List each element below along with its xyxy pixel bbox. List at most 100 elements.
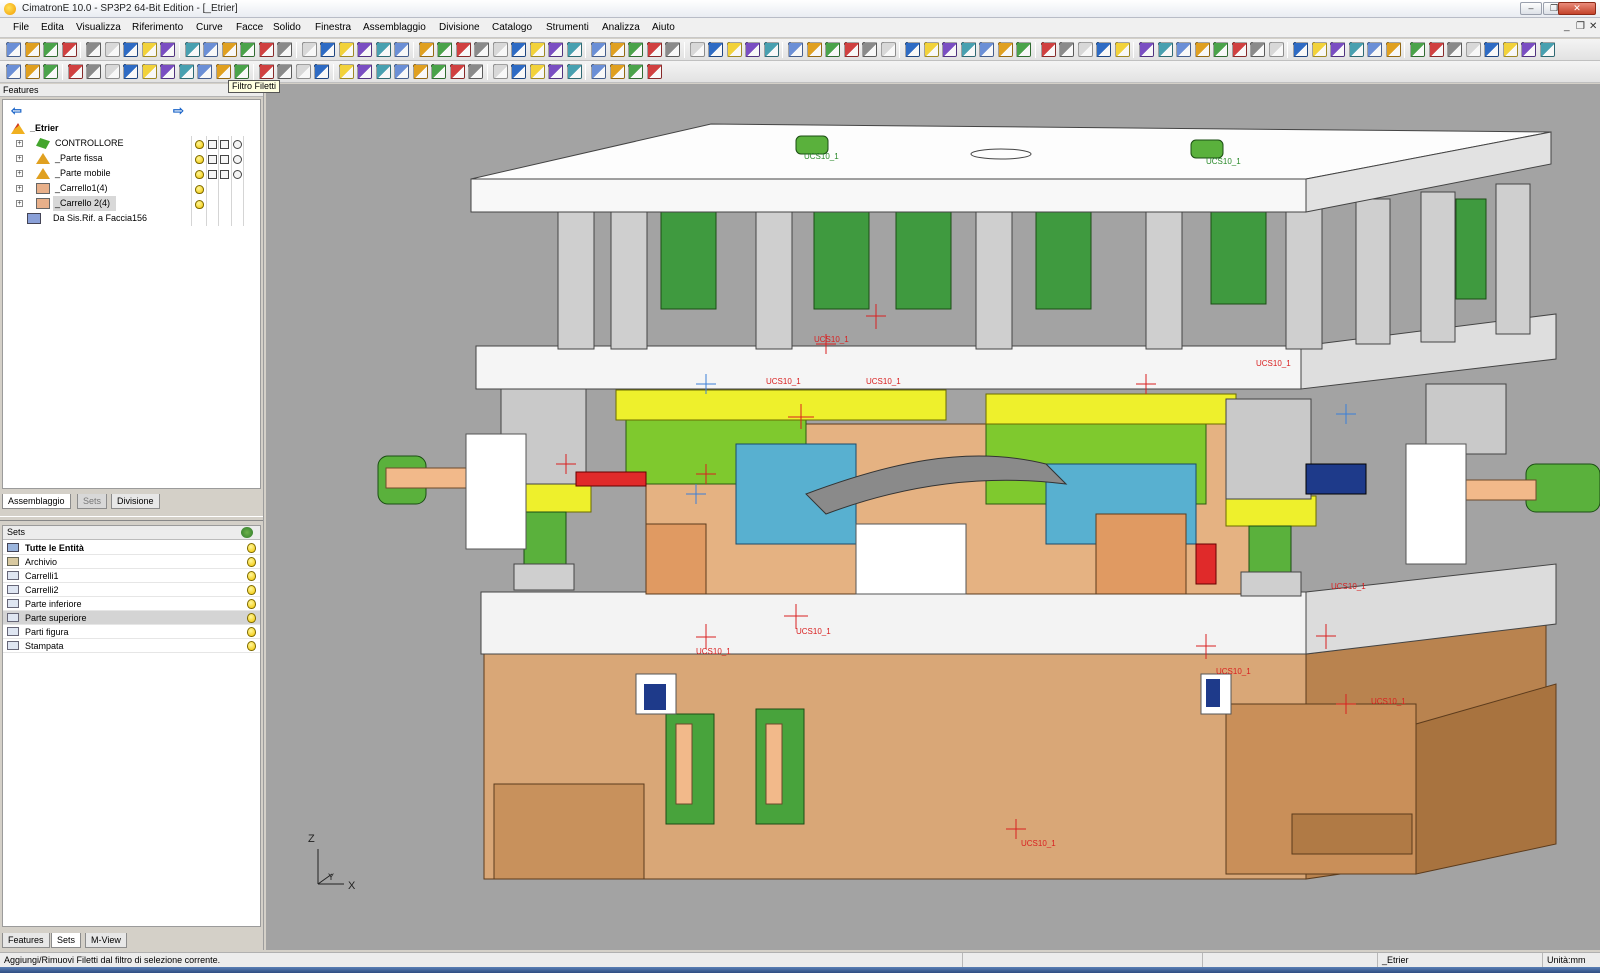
toolbar-1-tool-icon[interactable]: [203, 42, 218, 57]
toolbar-2-tool-icon[interactable]: [277, 64, 292, 79]
toolbar-1-tool-icon[interactable]: [609, 42, 625, 57]
toolbar-1-tool-icon[interactable]: [1194, 42, 1210, 57]
toolbar-1-tool-icon[interactable]: [338, 42, 354, 57]
toolbar-1-tool-icon[interactable]: [628, 42, 643, 57]
visibility-bulb-icon[interactable]: [247, 641, 256, 651]
toolbar-1-tool-icon[interactable]: [375, 42, 391, 57]
pin-icon[interactable]: [233, 140, 242, 149]
layer-icon[interactable]: [220, 155, 229, 164]
back-arrow-icon[interactable]: ⇦: [11, 103, 22, 119]
toolbar-2-tool-icon[interactable]: [314, 64, 329, 79]
toolbar-1-tool-icon[interactable]: [6, 42, 21, 57]
toolbar-1-tool-icon[interactable]: [1040, 42, 1056, 57]
visibility-bulb-icon[interactable]: [247, 543, 256, 553]
toolbar-2-tool-icon[interactable]: [6, 64, 21, 79]
tab-divisione[interactable]: Divisione: [111, 494, 160, 509]
set-item-carrelli1[interactable]: Carrelli1: [3, 569, 260, 583]
toolbar-1-tool-icon[interactable]: [160, 42, 175, 57]
toolbar-1-tool-icon[interactable]: [184, 42, 200, 57]
toolbar-2-tool-icon[interactable]: [123, 64, 138, 79]
toolbar-1-tool-icon[interactable]: [905, 42, 920, 57]
toolbar-2-tool-icon[interactable]: [646, 64, 662, 79]
toolbar-1-tool-icon[interactable]: [1484, 42, 1499, 57]
set-item-parte-superiore[interactable]: Parte superiore: [3, 611, 260, 625]
toolbar-1-tool-icon[interactable]: [1114, 42, 1130, 57]
toolbar-2-tool-icon[interactable]: [511, 64, 526, 79]
toolbar-1-tool-icon[interactable]: [492, 42, 508, 57]
set-item-parte-inferiore[interactable]: Parte inferiore: [3, 597, 260, 611]
toolbar-1-tool-icon[interactable]: [979, 42, 994, 57]
expand-icon[interactable]: +: [16, 155, 23, 162]
toolbar-1-tool-icon[interactable]: [1139, 42, 1154, 57]
tree-item-carrello1[interactable]: + _Carrello1(4): [3, 181, 260, 196]
menu-finestra[interactable]: Finestra: [315, 22, 351, 33]
toolbar-2-tool-icon[interactable]: [67, 64, 83, 79]
toolbar-1-tool-icon[interactable]: [1385, 42, 1401, 57]
visibility-bulb-icon[interactable]: [247, 599, 256, 609]
toolbar-2-tool-icon[interactable]: [43, 64, 58, 79]
toolbar-1-tool-icon[interactable]: [726, 42, 742, 57]
tab-m-view[interactable]: M-View: [85, 933, 127, 948]
toolbar-1-tool-icon[interactable]: [1157, 42, 1173, 57]
toolbar-1-tool-icon[interactable]: [788, 42, 803, 57]
tab-sets-active[interactable]: Sets: [51, 933, 82, 948]
toolbar-1-tool-icon[interactable]: [1410, 42, 1425, 57]
toolbar-1-tool-icon[interactable]: [141, 42, 157, 57]
toolbar-2-tool-icon[interactable]: [468, 64, 483, 79]
menu-curve[interactable]: Curve: [196, 22, 223, 33]
minimize-button[interactable]: –: [1520, 2, 1542, 15]
toolbar-2-tool-icon[interactable]: [431, 64, 446, 79]
close-button[interactable]: ✕: [1558, 2, 1596, 15]
toolbar-2-tool-icon[interactable]: [197, 64, 212, 79]
menu-solido[interactable]: Solido: [273, 22, 301, 33]
toolbar-1-tool-icon[interactable]: [960, 42, 976, 57]
toolbar-1-tool-icon[interactable]: [1330, 42, 1345, 57]
visibility-bulb-icon[interactable]: [247, 571, 256, 581]
toolbar-1-tool-icon[interactable]: [277, 42, 292, 57]
toolbar-1-tool-icon[interactable]: [923, 42, 939, 57]
toolbar-1-tool-icon[interactable]: [511, 42, 526, 57]
toolbar-2-tool-icon[interactable]: [375, 64, 391, 79]
3d-viewport[interactable]: UCS10_1 UCS10_1 UCS10_1 UCS10_1 UCS10_1 …: [266, 84, 1600, 950]
toolbar-2-tool-icon[interactable]: [338, 64, 354, 79]
toolbar-2-tool-icon[interactable]: [609, 64, 625, 79]
toolbar-1-tool-icon[interactable]: [258, 42, 274, 57]
visibility-bulb-icon[interactable]: [195, 140, 204, 149]
toolbar-1-tool-icon[interactable]: [997, 42, 1013, 57]
toolbar-1-tool-icon[interactable]: [1367, 42, 1382, 57]
toolbar-1-tool-icon[interactable]: [646, 42, 662, 57]
toolbar-2-tool-icon[interactable]: [295, 64, 311, 79]
forward-arrow-icon[interactable]: ⇨: [173, 103, 184, 119]
toolbar-1-tool-icon[interactable]: [104, 42, 120, 57]
mdi-close-icon[interactable]: ✕: [1589, 21, 1597, 32]
visibility-bulb-icon[interactable]: [247, 585, 256, 595]
toolbar-1-tool-icon[interactable]: [1521, 42, 1536, 57]
toolbar-2-tool-icon[interactable]: [24, 64, 40, 79]
tree-item-root[interactable]: _Etrier: [3, 121, 260, 136]
toolbar-1-tool-icon[interactable]: [357, 42, 372, 57]
panel-splitter[interactable]: [0, 516, 263, 521]
menu-riferimento[interactable]: Riferimento: [132, 22, 183, 33]
toolbar-1-tool-icon[interactable]: [1348, 42, 1364, 57]
toolbar-1-tool-icon[interactable]: [1176, 42, 1191, 57]
menu-strumenti[interactable]: Strumenti: [546, 22, 589, 33]
toolbar-2-tool-icon[interactable]: [215, 64, 231, 79]
toolbar-2-tool-icon[interactable]: [357, 64, 372, 79]
toolbar-1-tool-icon[interactable]: [418, 42, 434, 57]
visibility-bulb-icon[interactable]: [247, 557, 256, 567]
toolbar-1-tool-icon[interactable]: [320, 42, 335, 57]
mdi-minimize-icon[interactable]: _: [1564, 21, 1570, 32]
toolbar-2-tool-icon[interactable]: [492, 64, 508, 79]
toolbar-1-tool-icon[interactable]: [43, 42, 58, 57]
toolbar-1-tool-icon[interactable]: [708, 42, 723, 57]
show-icon[interactable]: [208, 170, 217, 179]
toolbar-1-tool-icon[interactable]: [1293, 42, 1308, 57]
toolbar-1-tool-icon[interactable]: [1311, 42, 1327, 57]
pin-icon[interactable]: [233, 170, 242, 179]
toolbar-1-tool-icon[interactable]: [529, 42, 545, 57]
toolbar-1-tool-icon[interactable]: [548, 42, 563, 57]
expand-icon[interactable]: +: [16, 185, 23, 192]
toolbar-1-tool-icon[interactable]: [437, 42, 452, 57]
mdi-restore-icon[interactable]: ❐: [1576, 21, 1585, 32]
toolbar-2-tool-icon[interactable]: [591, 64, 606, 79]
